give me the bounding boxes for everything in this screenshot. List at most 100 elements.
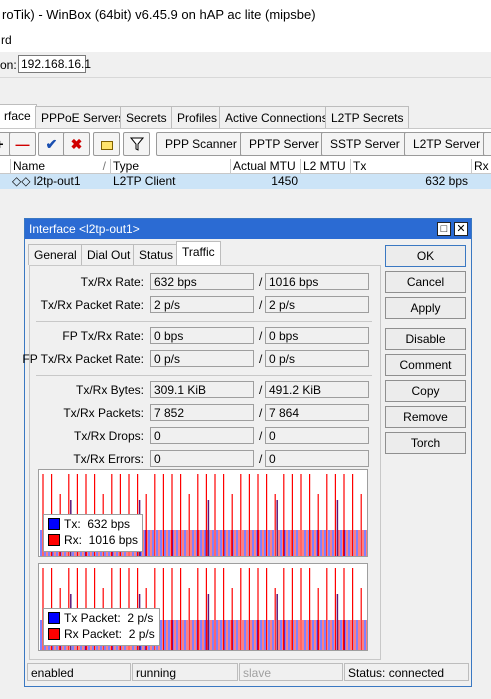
legend-rx-packet: Rx Packet: 2 p/s xyxy=(48,627,155,643)
rx-packet-rate-field: 2 p/s xyxy=(265,296,369,313)
tab-l2tp-secrets[interactable]: L2TP Secrets xyxy=(325,106,410,128)
comment-button[interactable]: Comment xyxy=(385,354,466,376)
tab-secrets[interactable]: Secrets xyxy=(120,106,173,128)
col-tx[interactable]: Tx xyxy=(350,159,471,174)
label-tx-rx-errors: Tx/Rx Errors: xyxy=(73,452,144,466)
tx-packet-color-swatch xyxy=(48,612,60,624)
disable-x-icon[interactable]: ✖ xyxy=(63,132,90,156)
fp-rx-rate-field: 0 bps xyxy=(265,327,369,344)
table-row[interactable]: ◇◇ l2tp-out1 L2TP Client 1450 632 bps xyxy=(0,174,491,189)
row-name: ◇◇ l2tp-out1 xyxy=(12,174,81,188)
traffic-rate-graph: Tx: 632 bps Rx: 1016 bps xyxy=(38,469,368,557)
tab-traffic[interactable]: Traffic xyxy=(176,241,221,266)
legend-rx-packet-value: 2 p/s xyxy=(128,627,155,641)
label-tx-rx-bytes: Tx/Rx Bytes: xyxy=(75,383,144,397)
interface-dialog: Interface <l2tp-out1> □ ✕ General Dial O… xyxy=(22,218,472,687)
tx-errors-field: 0 xyxy=(150,450,254,467)
copy-button[interactable]: Copy xyxy=(385,380,466,402)
status-connected: Status: connected xyxy=(344,663,469,681)
legend-tx-packet-value: 2 p/s xyxy=(127,611,154,625)
legend-tx-value: 632 bps xyxy=(87,517,131,531)
address-input[interactable]: 192.168.16.1 xyxy=(18,55,91,73)
ppp-scanner-button[interactable]: PPP Scanner xyxy=(156,132,246,156)
ppp-tabs: rface PPPoE Servers Secrets Profiles Act… xyxy=(0,104,491,129)
fp-tx-packet-rate-field: 0 p/s xyxy=(150,350,254,367)
label-tx-rx-packets: Tx/Rx Packets: xyxy=(63,406,144,420)
tx-packets-field: 7 852 xyxy=(150,404,254,421)
comment-note-icon[interactable] xyxy=(93,132,120,156)
fp-tx-rate-field: 0 bps xyxy=(150,327,254,344)
toolbar: + — ✔ ✖ PPP Scanner PPTP Server SSTP Ser… xyxy=(0,128,491,158)
tx-drops-field: 0 xyxy=(150,427,254,444)
rx-bytes-field: 491.2 KiB xyxy=(265,381,369,398)
filter-funnel-icon[interactable] xyxy=(123,132,150,156)
legend-tx-label: Tx: xyxy=(64,517,81,531)
dialog-title-bar[interactable]: Interface <l2tp-out1> □ ✕ xyxy=(25,219,471,239)
slash: / xyxy=(259,452,263,466)
pptp-server-button[interactable]: PPTP Server xyxy=(240,132,328,156)
label-fp-tx-rx-packet-rate: FP Tx/Rx Packet Rate: xyxy=(22,352,144,366)
maximize-icon[interactable]: □ xyxy=(437,222,451,236)
tab-profiles[interactable]: Profiles xyxy=(171,106,224,128)
tab-active-connections[interactable]: Active Connections xyxy=(219,106,334,128)
tab-interface[interactable]: rface xyxy=(0,104,37,129)
apply-button[interactable]: Apply xyxy=(385,297,466,319)
slash: / xyxy=(259,383,263,397)
sstp-server-button[interactable]: SSTP Server xyxy=(321,132,409,156)
traffic-panel: Tx/Rx Rate: 632 bps / 1016 bps Tx/Rx Pac… xyxy=(22,265,381,660)
tx-color-swatch xyxy=(48,518,60,530)
label-tx-rx-rate: Tx/Rx Rate: xyxy=(80,275,144,289)
tab-general[interactable]: General xyxy=(28,244,83,265)
remove-icon[interactable]: — xyxy=(9,132,36,156)
tx-rate-field: 632 bps xyxy=(150,273,254,290)
ok-button[interactable]: OK xyxy=(385,245,466,267)
tx-packet-rate-field: 2 p/s xyxy=(150,296,254,313)
slash: / xyxy=(259,298,263,312)
label-fp-tx-rx-rate: FP Tx/Rx Rate: xyxy=(62,329,144,343)
address-bar: on: 192.168.16.1 xyxy=(0,52,491,78)
tab-pppoe-servers[interactable]: PPPoE Servers xyxy=(35,106,131,128)
col-type[interactable]: Type xyxy=(110,159,230,174)
rx-color-swatch xyxy=(48,534,60,546)
row-tx: 632 bps xyxy=(425,174,468,188)
menu-item[interactable]: rd xyxy=(1,33,12,47)
rx-packets-field: 7 864 xyxy=(265,404,369,421)
rx-drops-field: 0 xyxy=(265,427,369,444)
tab-dial-out[interactable]: Dial Out xyxy=(81,244,137,265)
disable-button[interactable]: Disable xyxy=(385,328,466,350)
legend-tx-packet-label: Tx Packet: xyxy=(64,611,121,625)
torch-button[interactable]: Torch xyxy=(385,432,466,454)
enable-check-icon[interactable]: ✔ xyxy=(38,132,65,156)
slash: / xyxy=(259,406,263,420)
separator xyxy=(36,375,372,376)
table-header: Name / Type Actual MTU L2 MTU Tx Rx xyxy=(0,158,491,174)
more-button[interactable] xyxy=(483,132,491,156)
col-name[interactable]: Name / xyxy=(10,159,110,174)
rx-errors-field: 0 xyxy=(265,450,369,467)
legend-rx-packet-label: Rx Packet: xyxy=(64,627,123,641)
rx-packet-color-swatch xyxy=(48,628,60,640)
cancel-button[interactable]: Cancel xyxy=(385,271,466,293)
slash: / xyxy=(259,329,263,343)
tab-status[interactable]: Status xyxy=(133,244,180,265)
traffic-rate-legend: Tx: 632 bps Rx: 1016 bps xyxy=(43,514,144,552)
row-type: L2TP Client xyxy=(113,174,176,188)
address-label: on: xyxy=(0,58,17,72)
slash: / xyxy=(259,429,263,443)
close-icon[interactable]: ✕ xyxy=(454,222,468,236)
packet-rate-legend: Tx Packet: 2 p/s Rx Packet: 2 p/s xyxy=(43,608,160,646)
legend-rx-label: Rx: xyxy=(64,533,82,547)
legend-rx: Rx: 1016 bps xyxy=(48,533,138,549)
col-rx[interactable]: Rx xyxy=(471,159,491,174)
rx-rate-field: 1016 bps xyxy=(265,273,369,290)
status-enabled: enabled xyxy=(27,663,131,681)
label-tx-rx-drops: Tx/Rx Drops: xyxy=(73,429,144,443)
col-actual-mtu[interactable]: Actual MTU xyxy=(230,159,300,174)
packet-rate-graph: Tx Packet: 2 p/s Rx Packet: 2 p/s xyxy=(38,563,368,651)
slash: / xyxy=(259,352,263,366)
l2tp-server-button[interactable]: L2TP Server xyxy=(404,132,490,156)
label-tx-rx-packet-rate: Tx/Rx Packet Rate: xyxy=(40,298,144,312)
status-slave: slave xyxy=(239,663,343,681)
remove-button[interactable]: Remove xyxy=(385,406,466,428)
col-l2-mtu[interactable]: L2 MTU xyxy=(300,159,350,174)
